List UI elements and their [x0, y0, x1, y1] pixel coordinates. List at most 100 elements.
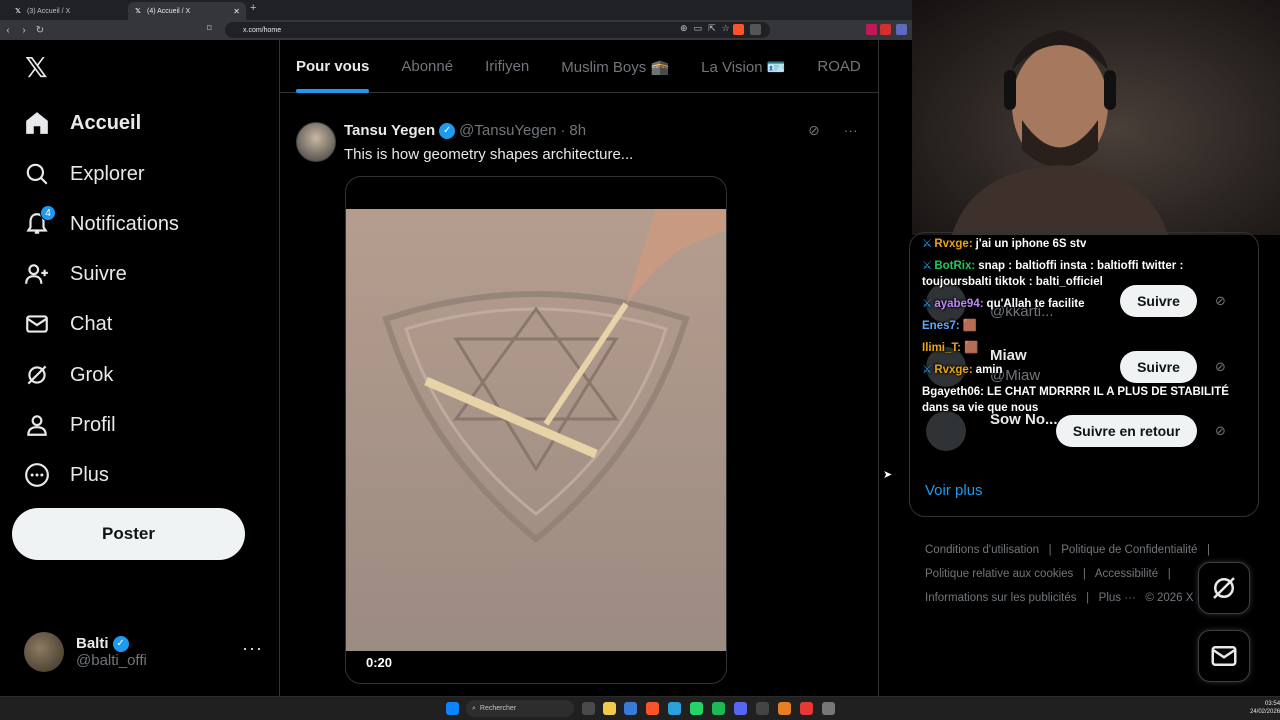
account-name: Balti	[76, 635, 109, 652]
tweet-text: This is how geometry shapes architecture…	[344, 146, 634, 163]
share-icon[interactable]: ⇱	[708, 23, 716, 34]
show-more-link[interactable]: Voir plus	[925, 482, 983, 499]
nav-item-chat[interactable]: Chat	[24, 304, 112, 344]
chat-message: Bgayeth06: LE CHAT MDRRRR IL A PLUS DE ST…	[922, 384, 1252, 416]
new-tab-icon[interactable]: +	[250, 2, 256, 14]
x-logo-icon: 𝕏	[135, 8, 141, 15]
browser-tab[interactable]: 𝕏 (3) Accueil / X	[8, 2, 126, 20]
spotify-icon[interactable]	[712, 702, 725, 715]
task-view-icon[interactable]	[582, 702, 595, 715]
messages-floating-button[interactable]	[1198, 630, 1250, 682]
search-placeholder: Rechercher	[479, 705, 517, 712]
avatar[interactable]	[296, 122, 336, 162]
nav-label: Grok	[70, 363, 114, 386]
nav-item-follow[interactable]: Suivre	[24, 254, 127, 294]
close-tab-icon[interactable]: ✕	[233, 7, 240, 16]
app-icon[interactable]	[778, 702, 791, 715]
dismiss-icon[interactable]: ⊘	[1215, 423, 1226, 439]
footer-link[interactable]: Conditions d'utilisation	[925, 544, 1039, 556]
app-icon[interactable]	[624, 702, 637, 715]
not-interested-icon[interactable]: ⊘	[808, 122, 820, 139]
footer-link[interactable]: Politique de Confidentialité	[1061, 544, 1197, 556]
chat-user: Rvxge:	[934, 364, 973, 376]
chat-user: Bgayeth06:	[922, 386, 984, 398]
mouse-cursor-icon: ➤	[883, 469, 893, 481]
back-icon[interactable]: ‹	[0, 25, 16, 36]
brave-icon[interactable]	[646, 702, 659, 715]
moderator-icon: ⚔	[922, 298, 933, 310]
extension-icon[interactable]	[750, 24, 761, 35]
tab-list[interactable]: ROAD	[801, 40, 876, 93]
post-button[interactable]: Poster	[12, 508, 245, 560]
nav-label: Plus	[70, 463, 109, 486]
extension-icon[interactable]	[866, 24, 877, 35]
footer-link[interactable]: Accessibilité	[1095, 568, 1158, 580]
separator: ·	[560, 122, 566, 139]
tab-following[interactable]: Abonné	[385, 40, 469, 93]
tweet-time[interactable]: 8h	[569, 122, 586, 139]
forward-icon[interactable]: ›	[16, 25, 32, 36]
browser-tab-active[interactable]: 𝕏 (4) Accueil / X ✕	[128, 2, 246, 20]
tab-list[interactable]: La Vision 🪪	[685, 40, 801, 93]
home-icon	[24, 110, 50, 136]
nav-item-explore[interactable]: Explorer	[24, 154, 144, 194]
footer-link[interactable]: Informations sur les publicités	[925, 592, 1076, 604]
tab-title: (4) Accueil / X	[147, 7, 191, 15]
webcam-overlay	[912, 0, 1280, 235]
tweet-author-handle[interactable]: @TansuYegen	[459, 122, 556, 139]
nav-label: Accueil	[70, 111, 142, 134]
clock-time: 03:54	[1265, 701, 1280, 707]
search-icon: ⌕	[472, 704, 476, 712]
nav-item-more[interactable]: Plus	[24, 455, 109, 495]
chat-user: Enes7:	[922, 320, 960, 332]
footer-link[interactable]: Plus ···	[1099, 592, 1136, 604]
footer-separator: |	[1086, 592, 1090, 604]
zoom-icon[interactable]: ⊕	[680, 23, 688, 34]
avatar	[24, 632, 64, 672]
nav-item-notifications[interactable]: 4 Notifications	[24, 204, 179, 244]
file-explorer-icon[interactable]	[603, 702, 616, 715]
extension-icon[interactable]	[896, 24, 907, 35]
moderator-icon: ⚔	[922, 364, 933, 376]
chat-text: j'ai un iphone 6S stv	[975, 238, 1087, 250]
brave-shield-icon[interactable]	[733, 24, 744, 35]
whatsapp-icon[interactable]	[690, 702, 703, 715]
tweet-author-name[interactable]: Tansu Yegen	[344, 122, 435, 139]
account-name-row: Balti ✓	[76, 635, 147, 652]
obs-icon[interactable]	[756, 702, 769, 715]
start-icon[interactable]	[446, 702, 459, 715]
footer-separator: |	[1207, 544, 1211, 556]
nav-item-profile[interactable]: Profil	[24, 405, 116, 445]
taskbar-search[interactable]: ⌕ Rechercher	[466, 700, 574, 717]
copyright: © 2026 X	[1145, 592, 1194, 604]
video-timestamp: 0:20	[366, 655, 393, 670]
extension-icon[interactable]	[880, 24, 891, 35]
grok-floating-button[interactable]	[1198, 562, 1250, 614]
discord-icon[interactable]	[734, 702, 747, 715]
tab-list[interactable]: Muslim Boys 🕋	[545, 40, 685, 93]
more-icon[interactable]: ···	[242, 638, 263, 659]
video-player[interactable]: 0:20	[345, 176, 727, 684]
moderator-icon: ⚔	[922, 238, 933, 250]
bookmark-icon[interactable]: ⌑	[207, 23, 212, 34]
chat-text: qu'Allah te facilite	[986, 298, 1085, 310]
cast-icon[interactable]: ▭	[694, 23, 703, 34]
nav-item-grok[interactable]: Grok	[24, 355, 113, 395]
x-logo-icon[interactable]: 𝕏	[25, 54, 51, 82]
footer-link[interactable]: Politique relative aux cookies	[925, 568, 1073, 580]
account-switcher[interactable]: Balti ✓ @balti_offi ···	[24, 630, 264, 674]
more-icon[interactable]: ···	[844, 122, 858, 139]
reload-icon[interactable]: ↻	[32, 25, 48, 36]
app-icon[interactable]	[800, 702, 813, 715]
settings-icon[interactable]	[822, 702, 835, 715]
tab-for-you[interactable]: Pour vous	[280, 40, 385, 93]
app-icon[interactable]	[668, 702, 681, 715]
system-clock[interactable]: 03:54 24/02/2026	[1250, 700, 1280, 716]
feed-tabs: Pour vous Abonné Irifiyen Muslim Boys 🕋 …	[280, 40, 878, 93]
tab-list[interactable]: Irifiyen	[469, 40, 545, 93]
star-icon[interactable]: ☆	[722, 23, 730, 34]
bell-icon: 4	[24, 205, 56, 237]
nav-label: Profil	[70, 413, 116, 436]
chat-text: amin	[975, 364, 1003, 376]
nav-item-home[interactable]: Accueil	[24, 103, 141, 143]
